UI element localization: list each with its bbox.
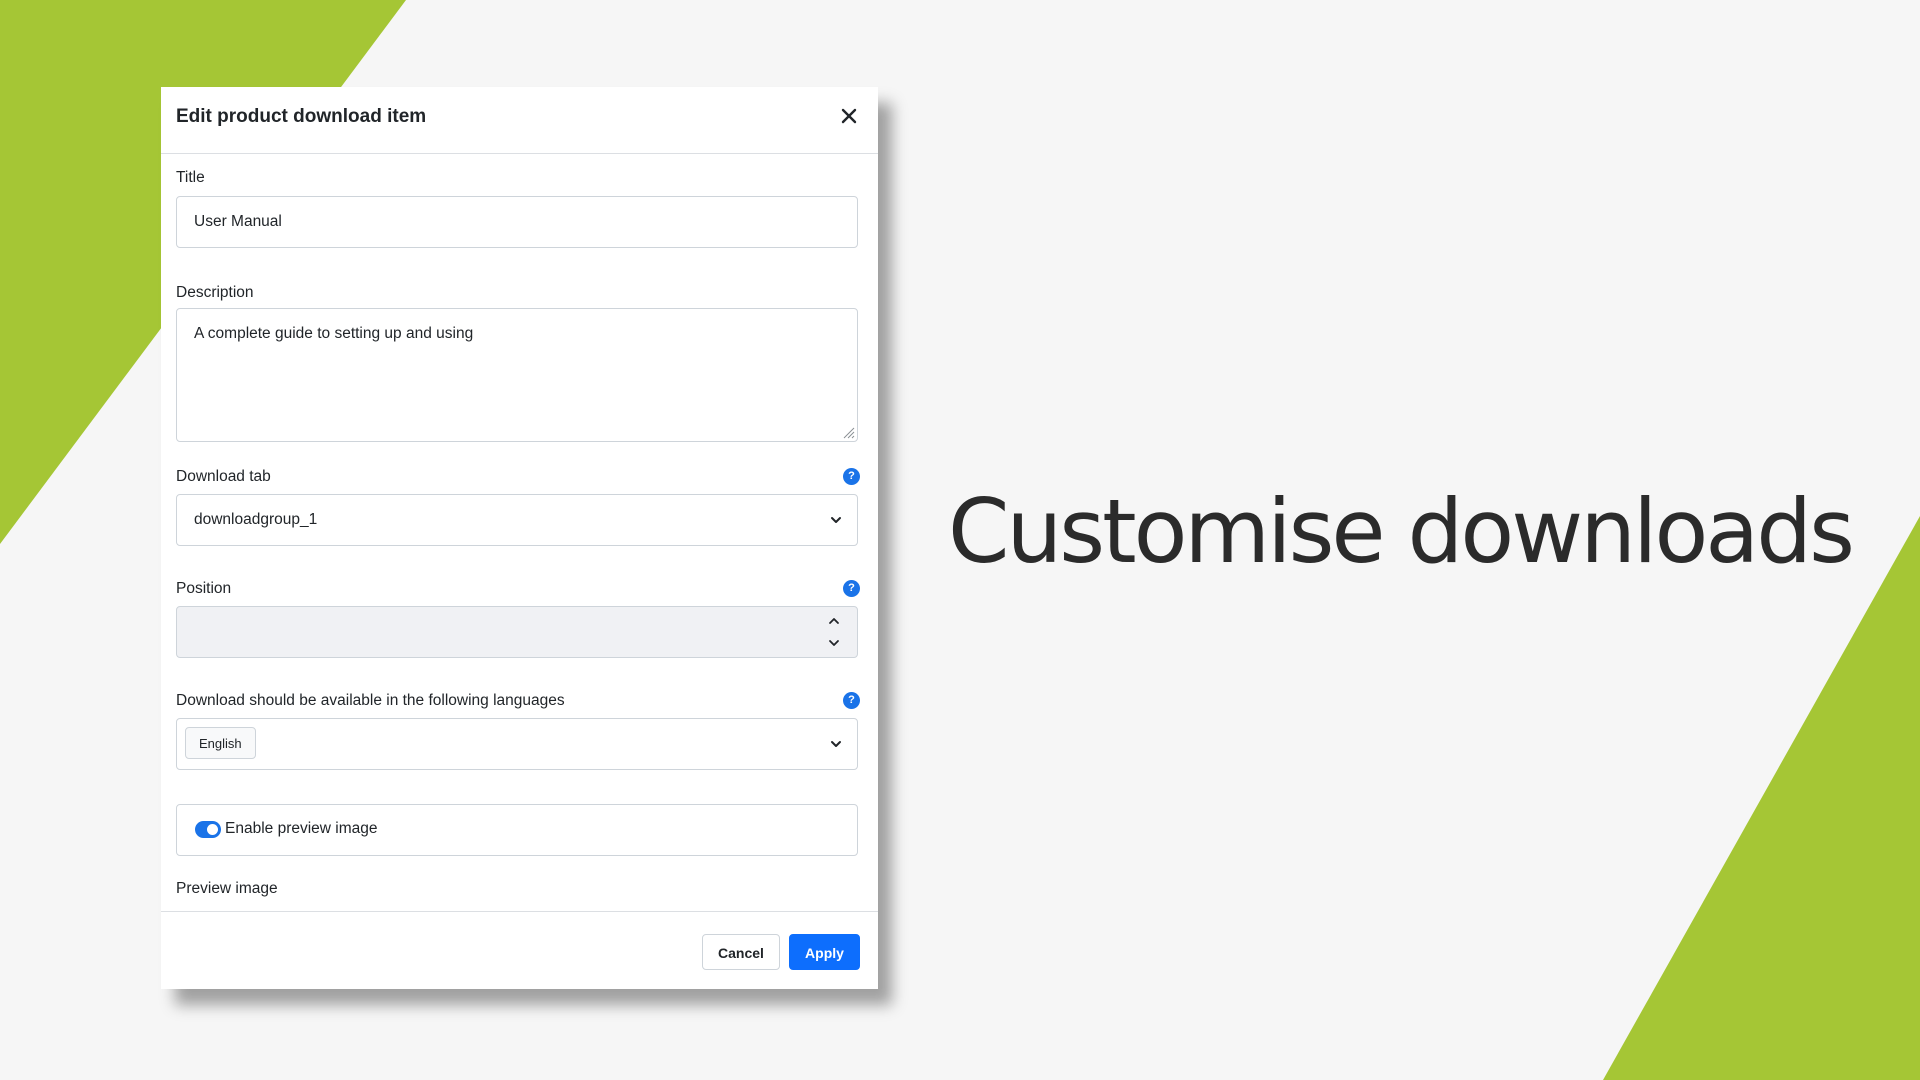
language-tag-english[interactable]: English (185, 727, 256, 759)
title-input-value: User Manual (194, 213, 282, 230)
dialog-header: Edit product download item (161, 87, 878, 154)
slide-headline: Customise downloads (948, 480, 1855, 583)
edit-download-dialog: Edit product download item Title User Ma… (161, 87, 878, 989)
toggle-knob (207, 824, 218, 835)
apply-button[interactable]: Apply (789, 934, 860, 970)
stepper-up-icon[interactable] (827, 615, 841, 627)
stepper-down-icon[interactable] (827, 637, 841, 649)
chevron-down-icon (831, 517, 841, 523)
download-tab-value: downloadgroup_1 (194, 511, 318, 528)
dialog-footer: Cancel Apply (161, 911, 878, 989)
description-label: Description (176, 284, 254, 301)
cancel-button[interactable]: Cancel (702, 934, 780, 970)
position-label: Position (176, 580, 232, 597)
position-help-icon[interactable]: ? (843, 580, 860, 597)
languages-help-icon[interactable]: ? (843, 692, 860, 709)
languages-multiselect[interactable]: English (176, 718, 858, 770)
right-green-triangle (1603, 516, 1920, 1080)
position-number-input[interactable] (176, 606, 858, 658)
chevron-down-icon (831, 741, 841, 747)
download-tab-label: Download tab (176, 468, 271, 485)
download-tab-help-icon[interactable]: ? (843, 468, 860, 485)
preview-image-toggle[interactable] (195, 821, 221, 838)
preview-image-toggle-label: Enable preview image (225, 820, 378, 837)
close-icon[interactable] (838, 105, 860, 127)
title-input[interactable]: User Manual (176, 196, 858, 248)
resize-handle-icon[interactable] (841, 425, 855, 439)
dialog-title: Edit product download item (176, 106, 427, 127)
preview-image-label: Preview image (176, 880, 278, 897)
preview-image-toggle-row: Enable preview image (176, 804, 858, 856)
languages-label: Download should be available in the foll… (176, 692, 565, 709)
download-tab-select[interactable]: downloadgroup_1 (176, 494, 858, 546)
slide: Customise downloads Edit product downloa… (0, 0, 1920, 1080)
title-label: Title (176, 169, 205, 186)
description-textarea[interactable]: A complete guide to setting up and using (176, 308, 858, 442)
description-textarea-value: A complete guide to setting up and using (194, 325, 474, 342)
